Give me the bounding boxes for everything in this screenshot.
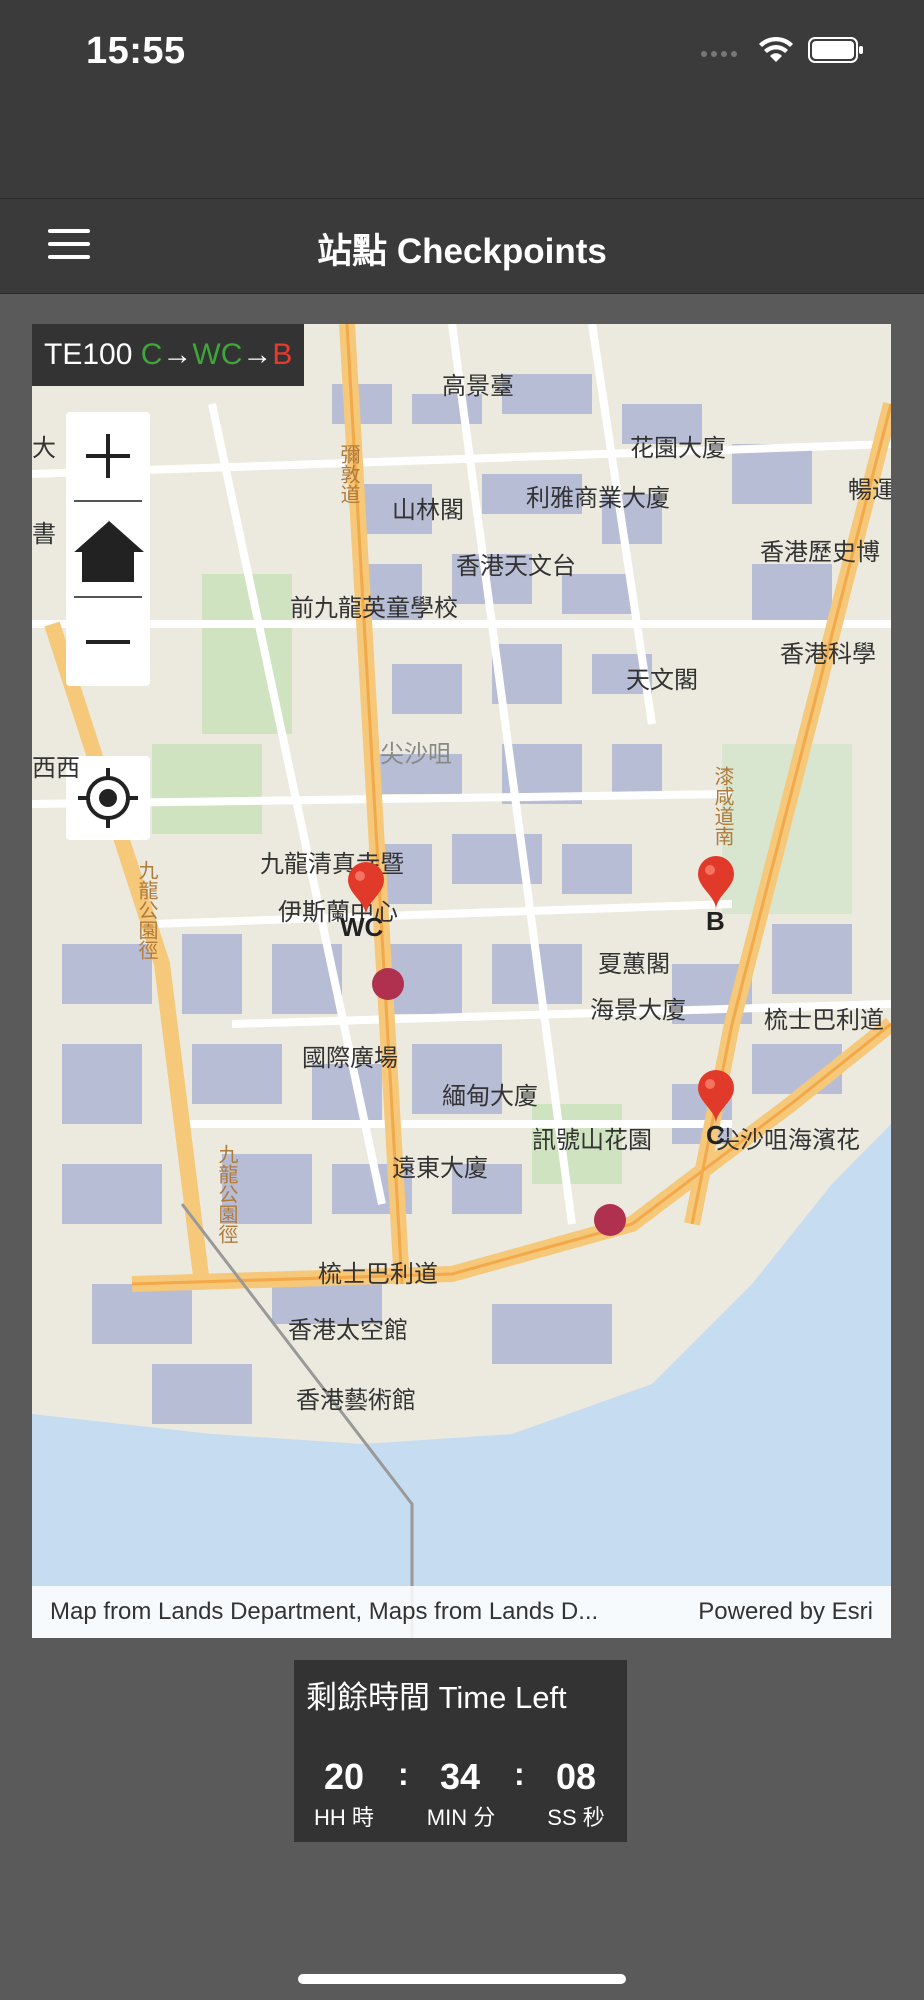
map-label: 暢運 [848,477,891,504]
home-indicator [298,1974,626,1984]
powered-by-text: Powered by Esri [698,1598,873,1625]
signal-icon [700,40,744,65]
route-code: TE100 [44,338,141,371]
map-label: 梳士巴利道 [318,1261,438,1288]
map-label: 香港天文台 [456,553,576,580]
timer-seconds-unit: SS 秒 [547,1805,605,1830]
map-label: 緬甸大廈 [442,1083,538,1110]
divider [74,596,142,598]
map-label: 夏蕙閣 [598,951,670,978]
battery-icon [808,36,864,69]
pin-label: B [706,906,725,936]
map-view[interactable]: TE100 C→WC→B 高景臺 花園大廈 山林閣 利雅商業大廈 暢運 香港天文… [32,324,891,1638]
timer-colon: : [514,1756,525,1792]
timer-hours: 20 [323,1756,365,1797]
map-label: 大 [32,435,56,462]
route-arrow: → [242,338,273,371]
status-bar: 15:55 [0,0,924,198]
map-label: 國際廣場 [302,1045,398,1072]
map-label: 高景臺 [442,373,514,400]
map-label: 香港歷史博 [760,539,880,566]
map-label: 山林閣 [392,497,464,524]
map-label: 海景大廈 [590,997,686,1024]
timer-colon: : [398,1756,409,1792]
map-label: 尖沙咀 [380,741,452,768]
map-label: 尖沙咀海濱花 [716,1127,860,1154]
map-label: 書 [32,521,56,548]
map-label: 香港太空館 [288,1317,408,1344]
status-time: 15:55 [86,30,186,72]
map-label: 遠東大廈 [392,1155,488,1182]
timer-hours-unit: HH 時 [314,1805,374,1830]
map-label: 西西 [32,755,80,782]
attribution-text[interactable]: Map from Lands Department, Maps from Lan… [50,1586,598,1638]
map-label: 九龍公園徑 [135,860,157,960]
map-label: 漆咸道南 [711,766,733,846]
page-title: 站點 Checkpoints [317,232,607,271]
countdown-timer: 剩餘時間 Time Left 20 : 34 : 08 HH 時 MIN 分 S… [294,1660,627,1842]
map-label: 梳士巴利道 [764,1007,884,1034]
status-icons [700,36,864,69]
route-stop-wc: WC [192,338,243,371]
map-label: 香港藝術館 [296,1387,416,1414]
divider [74,500,142,502]
timer-minutes: 34 [439,1756,481,1797]
route-badge: TE100 C→WC→B [32,324,305,386]
map-label: 九龍公園徑 [215,1144,237,1244]
map-attribution: Map from Lands Department, Maps from Lan… [32,1586,891,1638]
timer-minutes-unit: MIN 分 [426,1805,496,1830]
route-stop-b: B [272,338,293,371]
timer-title: 剩餘時間 Time Left [306,1680,567,1715]
home-icon [71,518,144,582]
zoom-out-button[interactable] [66,600,150,688]
map-label: 利雅商業大廈 [526,485,670,512]
map-label: 香港科學 [780,641,876,668]
checkpoint-pin-c[interactable] [696,1070,736,1126]
map-label: 彌敦道 [337,444,359,504]
checkpoint-pin-wc[interactable] [346,862,386,918]
map-label: 訊號山花園 [532,1127,652,1154]
map-label: 花園大廈 [630,435,726,462]
map-label: 前九龍英童學校 [290,595,458,622]
zoom-in-button[interactable] [66,412,150,500]
plus-icon [86,434,130,478]
timer-seconds: 08 [555,1756,597,1797]
home-button[interactable] [66,504,150,592]
zoom-controls [66,412,150,686]
map-label: 天文閣 [626,667,698,694]
pin-label: WC [340,912,384,942]
route-arrow: → [162,338,193,371]
pin-label: C [706,1120,725,1150]
wifi-icon [758,36,794,69]
minus-icon [86,640,130,644]
route-stop-c: C [140,338,163,371]
nav-bar: 站點 Checkpoints [0,198,924,294]
checkpoint-pin-b[interactable] [696,856,736,912]
